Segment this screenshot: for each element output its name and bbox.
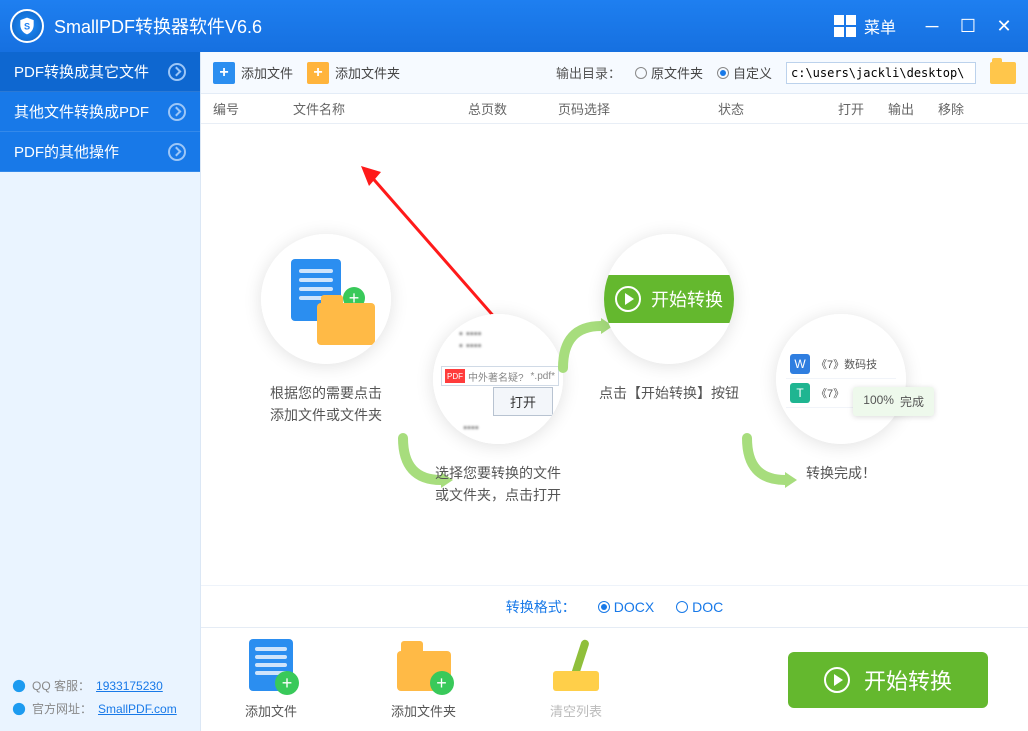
qq-icon	[12, 679, 26, 693]
qq-label: QQ 客服：	[32, 677, 90, 694]
col-pages: 总页数	[468, 99, 558, 118]
close-button[interactable]: ✕	[990, 12, 1018, 40]
plus-icon: +	[307, 62, 329, 84]
nav-label: PDF转换成其它文件	[14, 61, 149, 82]
minimize-button[interactable]: ─	[918, 12, 946, 40]
nav-pdf-to-other[interactable]: PDF转换成其它文件	[0, 52, 200, 92]
plus-icon: +	[213, 62, 235, 84]
nav-label: 其他文件转换成PDF	[14, 101, 149, 122]
titlebar: S SmallPDF转换器软件V6.6 菜单 ─ ☐ ✕	[0, 0, 1028, 52]
radio-docx[interactable]: DOCX	[598, 599, 654, 615]
site-link[interactable]: SmallPDF.com	[98, 702, 177, 716]
chevron-right-icon	[168, 63, 186, 81]
grid-icon	[834, 15, 856, 37]
ie-icon	[12, 702, 26, 716]
step-caption: 点击【开始转换】按钮	[599, 382, 739, 404]
step-caption: 选择您要转换的文件 或文件夹，点击打开	[433, 462, 563, 507]
col-output: 输出	[888, 99, 938, 118]
step-caption: 转换完成！	[776, 462, 906, 484]
qq-link[interactable]: 1933175230	[96, 679, 163, 693]
output-dir-label: 输出目录：	[556, 63, 621, 82]
toolbar-add-folder-label: 添加文件夹	[335, 63, 400, 82]
output-path-input[interactable]	[786, 62, 976, 84]
empty-state: + 根据您的需要点击 添加文件或文件夹 ▪ ▪▪▪▪▪ ▪▪▪▪ PDF	[201, 124, 1028, 585]
toolbar-add-file-label: 添加文件	[241, 63, 293, 82]
start-banner-preview: 开始转换	[604, 275, 734, 323]
toolbar-add-folder[interactable]: + 添加文件夹	[307, 62, 400, 84]
menu-button[interactable]: 菜单	[820, 14, 910, 38]
step-start-convert: 开始转换 点击【开始转换】按钮	[599, 234, 739, 404]
toolbar-add-file[interactable]: + 添加文件	[213, 62, 293, 84]
maximize-button[interactable]: ☐	[954, 12, 982, 40]
svg-text:S: S	[24, 21, 30, 31]
bottom-label: 添加文件夹	[391, 701, 456, 720]
browse-folder-button[interactable]	[990, 62, 1016, 84]
app-logo: S	[10, 9, 44, 43]
col-remove: 移除	[938, 99, 988, 118]
col-open: 打开	[838, 99, 888, 118]
radio-custom-folder[interactable]: 自定义	[717, 63, 772, 82]
add-file-folder-icon: +	[281, 259, 371, 339]
step-caption: 根据您的需要点击 添加文件或文件夹	[261, 382, 391, 427]
site-label: 官方网址：	[32, 700, 92, 717]
add-folder-icon: +	[394, 639, 454, 695]
bottom-label: 添加文件	[241, 701, 301, 720]
step-add-file: + 根据您的需要点击 添加文件或文件夹	[261, 234, 391, 427]
bottom-clear-list[interactable]: 清空列表	[546, 639, 606, 720]
add-file-icon: +	[241, 639, 301, 695]
nav-label: PDF的其他操作	[14, 141, 119, 162]
broom-icon	[546, 639, 606, 695]
bottom-add-file[interactable]: + 添加文件	[241, 639, 301, 720]
format-selector: 转换格式： DOCX DOC	[201, 585, 1028, 627]
format-label: 转换格式：	[506, 597, 576, 617]
step-select-file: ▪ ▪▪▪▪▪ ▪▪▪▪ PDF 中外著名疑? *.pdf* 打开 ▪▪▪▪ 选…	[433, 314, 563, 507]
progress-tooltip: 100% 完成	[853, 387, 934, 416]
open-button-preview: 打开	[493, 387, 553, 416]
play-icon	[824, 667, 850, 693]
radio-doc[interactable]: DOC	[676, 599, 723, 615]
bottom-add-folder[interactable]: + 添加文件夹	[391, 639, 456, 720]
sidebar-footer: QQ 客服： 1933175230 官方网址： SmallPDF.com	[0, 661, 200, 731]
play-icon	[615, 286, 641, 312]
radio-original-folder[interactable]: 原文件夹	[635, 63, 703, 82]
bottom-bar: + 添加文件 + 添加文件夹 清空列表 开始转换	[201, 627, 1028, 731]
menu-label: 菜单	[864, 14, 896, 38]
file-picker-preview: ▪ ▪▪▪▪▪ ▪▪▪▪ PDF 中外著名疑? *.pdf* 打开 ▪▪▪▪	[433, 314, 563, 444]
step-complete: W《7》数码技 T《7》 100% 完成 转换完成！	[776, 314, 906, 484]
sidebar: PDF转换成其它文件 其他文件转换成PDF PDF的其他操作 QQ 客服： 19…	[0, 52, 200, 731]
chevron-right-icon	[168, 103, 186, 121]
chevron-right-icon	[168, 143, 186, 161]
toolbar: + 添加文件 + 添加文件夹 输出目录： 原文件夹 自定义	[201, 52, 1028, 94]
col-index: 编号	[213, 99, 293, 118]
col-pagerange: 页码选择	[558, 99, 718, 118]
bottom-label: 清空列表	[546, 701, 606, 720]
app-title: SmallPDF转换器软件V6.6	[54, 13, 262, 39]
table-header: 编号 文件名称 总页数 页码选择 状态 打开 输出 移除	[201, 94, 1028, 124]
col-filename: 文件名称	[293, 99, 468, 118]
col-status: 状态	[718, 99, 838, 118]
nav-pdf-other-ops[interactable]: PDF的其他操作	[0, 132, 200, 172]
start-label: 开始转换	[864, 664, 952, 696]
nav-other-to-pdf[interactable]: 其他文件转换成PDF	[0, 92, 200, 132]
main: + 添加文件 + 添加文件夹 输出目录： 原文件夹 自定义 编号 文件名称 总页…	[200, 52, 1028, 731]
start-convert-button[interactable]: 开始转换	[788, 652, 988, 708]
